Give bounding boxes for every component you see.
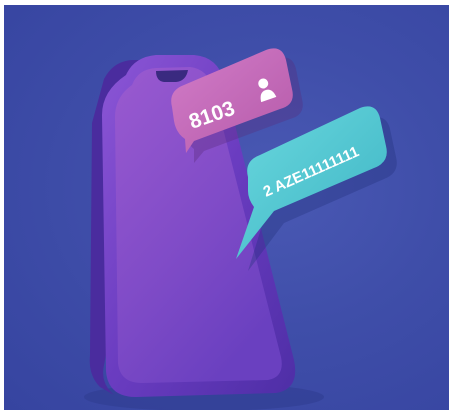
phone-illustration: 8103 2 AZE11111111 [84,48,397,410]
illustration-scene: 8103 2 AZE11111111 [4,5,449,410]
image-frame: 8103 2 AZE11111111 [0,0,453,414]
